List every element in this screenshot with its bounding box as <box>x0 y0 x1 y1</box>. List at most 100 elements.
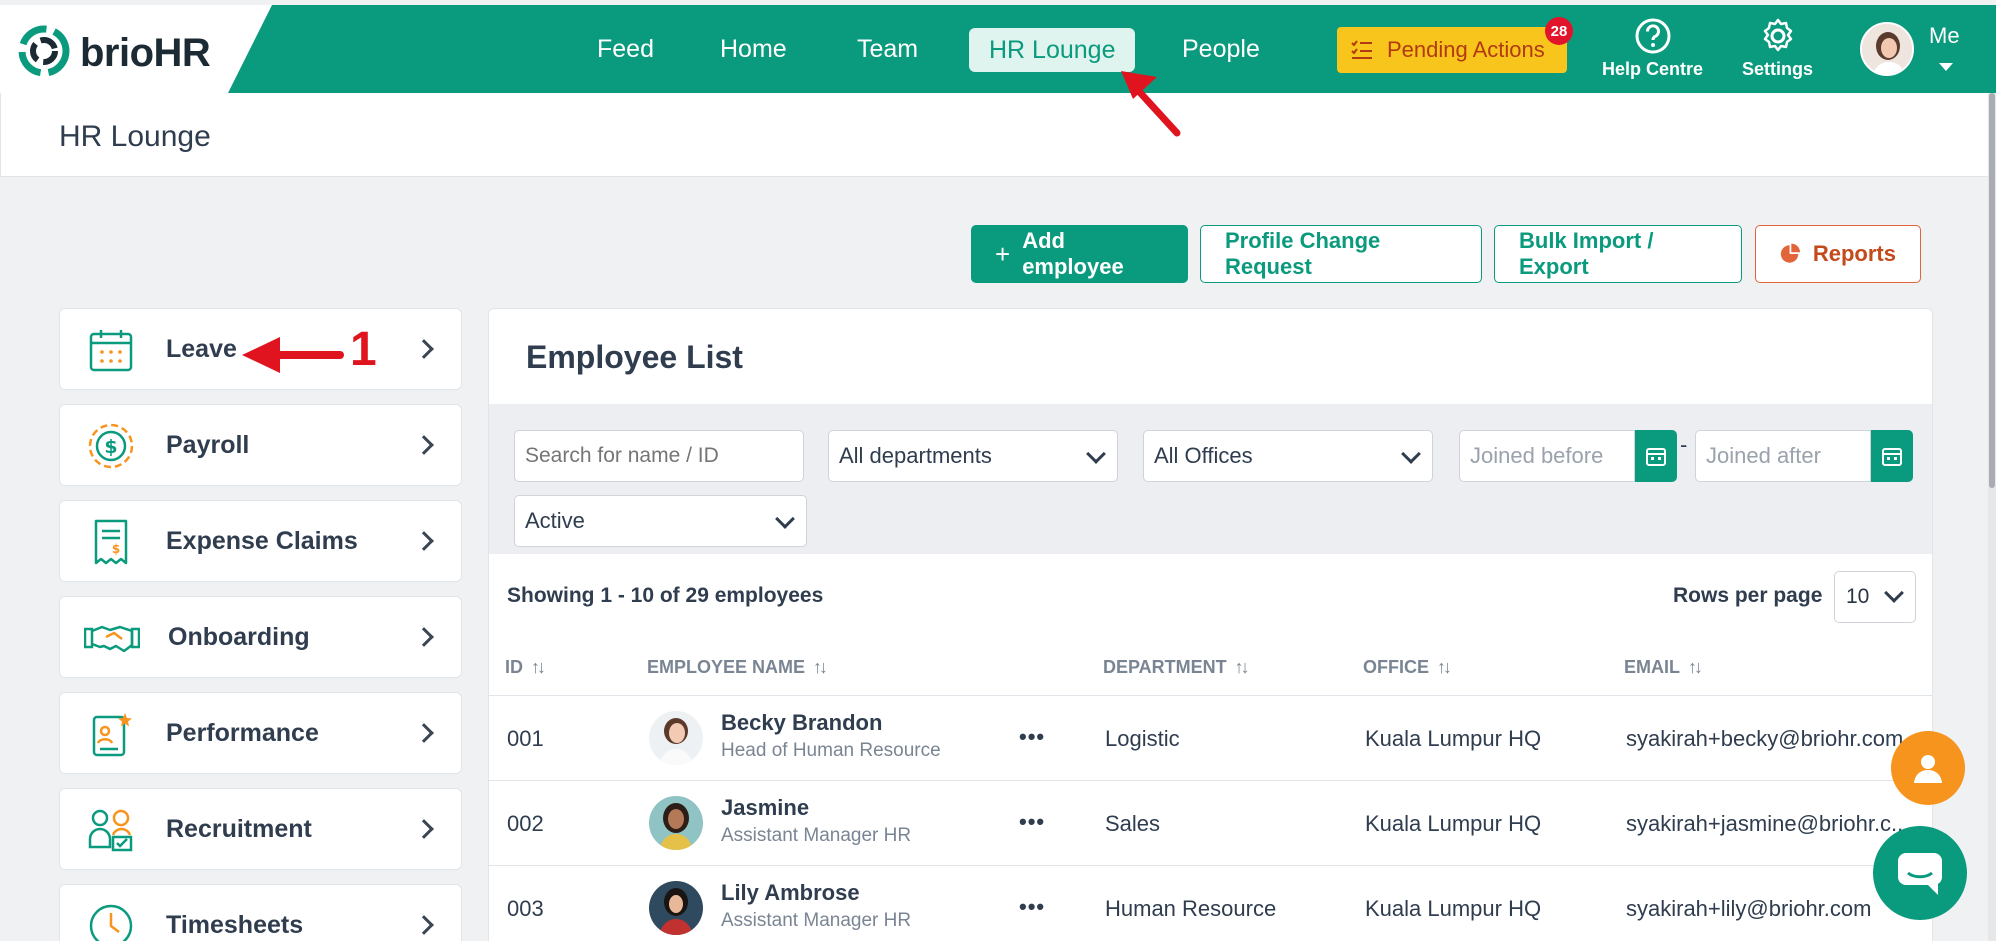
nav-feed[interactable]: Feed <box>577 27 674 71</box>
dollar-coin-icon: $ <box>88 423 134 469</box>
rows-per-page-value: 10 <box>1846 585 1870 608</box>
sidebar-item-payroll[interactable]: $ Payroll <box>59 404 462 486</box>
annotation-arrow-hr-lounge-icon <box>1121 71 1181 137</box>
sidebar-item-performance[interactable]: Performance <box>59 692 462 774</box>
employee-title: Assistant Manager HR <box>721 825 912 846</box>
chevron-down-icon <box>1884 583 1904 603</box>
sidebar-item-label: Leave <box>166 334 237 363</box>
sidebar-item-label: Onboarding <box>168 622 310 651</box>
me-label[interactable]: Me <box>1929 23 1960 49</box>
search-input[interactable] <box>514 430 804 482</box>
employee-email: syakirah+lily@briohr.com <box>1626 896 1872 921</box>
pending-actions-label: Pending Actions <box>1387 37 1545 62</box>
briohr-logo-icon <box>18 25 70 77</box>
joined-after-field[interactable]: Joined after <box>1695 430 1871 482</box>
joined-before-calendar-button[interactable] <box>1635 430 1677 482</box>
employee-list-title: Employee List <box>526 339 743 375</box>
sidebar-item-label: Payroll <box>166 430 250 459</box>
sidebar-item-timesheets[interactable]: Timesheets <box>59 884 462 941</box>
column-header-label: EMAIL <box>1624 657 1680 677</box>
column-header-department[interactable]: DEPARTMENT ↑↓ <box>1103 657 1250 678</box>
column-header-label: DEPARTMENT <box>1103 657 1227 677</box>
employee-name[interactable]: Jasmine <box>721 795 809 821</box>
help-centre-button[interactable]: Help Centre <box>1602 17 1703 80</box>
bulk-import-export-button[interactable]: Bulk Import / Export <box>1494 225 1742 283</box>
rows-per-page-label: Rows per page <box>1673 584 1823 607</box>
chevron-right-icon <box>414 819 434 839</box>
table-row[interactable]: 003 Lily Ambrose Assistant Manager HR ••… <box>489 865 1932 941</box>
user-avatar[interactable] <box>1860 22 1914 76</box>
employee-email: syakirah+jasmine@briohr.c... <box>1626 811 1910 836</box>
chevron-right-icon <box>414 723 434 743</box>
plus-icon: + <box>995 238 1011 269</box>
chevron-right-icon <box>414 339 434 359</box>
rows-per-page-select[interactable]: 10 <box>1834 571 1916 623</box>
sidebar-item-onboarding[interactable]: Onboarding <box>59 596 462 678</box>
question-circle-icon <box>1635 18 1671 54</box>
settings-button[interactable]: Settings <box>1742 17 1813 80</box>
reports-button[interactable]: Reports <box>1755 225 1921 283</box>
sidebar-item-label: Recruitment <box>166 814 312 843</box>
calendar-icon <box>1646 448 1666 466</box>
office-select[interactable]: All Offices <box>1143 430 1433 482</box>
pending-actions-button[interactable]: Pending Actions <box>1337 27 1567 73</box>
page-title: HR Lounge <box>59 120 211 153</box>
column-header-email[interactable]: EMAIL ↑↓ <box>1624 657 1703 678</box>
status-select[interactable]: Active <box>514 495 807 547</box>
joined-after-calendar-button[interactable] <box>1871 430 1913 482</box>
employee-name[interactable]: Lily Ambrose <box>721 880 860 906</box>
status-select-value: Active <box>525 508 585 533</box>
sort-icon: ↑↓ <box>1437 657 1452 677</box>
joined-before-field[interactable]: Joined before <box>1459 430 1635 482</box>
sidebar-item-expense-claims[interactable]: $ Expense Claims <box>59 500 462 582</box>
sidebar-item-label: Expense Claims <box>166 526 358 555</box>
chat-bubble-icon <box>1898 853 1942 895</box>
checklist-icon <box>1351 40 1372 59</box>
user-support-button[interactable] <box>1891 731 1965 805</box>
nav-hr-lounge[interactable]: HR Lounge <box>969 28 1136 72</box>
employee-title: Assistant Manager HR <box>721 910 912 931</box>
page-header: HR Lounge <box>0 93 1990 177</box>
employee-photo-icon <box>649 711 703 765</box>
column-header-employee-name[interactable]: EMPLOYEE NAME ↑↓ <box>647 657 828 678</box>
clock-icon <box>89 904 133 941</box>
column-header-office[interactable]: OFFICE ↑↓ <box>1363 657 1452 678</box>
more-options-icon[interactable]: ••• <box>1019 724 1045 750</box>
chevron-down-icon <box>1401 444 1421 464</box>
nav-team[interactable]: Team <box>837 27 938 71</box>
chat-button[interactable] <box>1873 826 1967 920</box>
chevron-right-icon <box>414 531 434 551</box>
employee-avatar <box>649 796 703 850</box>
brand-name: brioHR <box>80 31 211 76</box>
sidebar-item-label: Performance <box>166 718 319 747</box>
calendar-icon <box>1882 448 1902 466</box>
nav-home[interactable]: Home <box>700 27 807 71</box>
employee-photo-icon <box>649 881 703 935</box>
sort-icon: ↑↓ <box>1688 657 1703 677</box>
employee-department: Sales <box>1105 811 1161 836</box>
employee-office: Kuala Lumpur HQ <box>1365 811 1542 836</box>
page-scrollbar-thumb[interactable] <box>1989 93 1995 488</box>
brand-name-part1: brio <box>80 31 154 75</box>
chevron-right-icon <box>414 435 434 455</box>
sidebar-item-recruitment[interactable]: Recruitment <box>59 788 462 870</box>
employee-name[interactable]: Becky Brandon <box>721 710 882 736</box>
table-row[interactable]: 001 Becky Brandon Head of Human Resource… <box>489 695 1932 780</box>
employee-department: Logistic <box>1105 726 1180 751</box>
logo-area[interactable]: brioHR <box>0 5 272 93</box>
profile-change-request-button[interactable]: Profile Change Request <box>1200 225 1482 283</box>
top-navigation-bar: brioHR Feed Home Team HR Lounge People P… <box>0 5 1996 93</box>
more-options-icon[interactable]: ••• <box>1019 809 1045 835</box>
more-options-icon[interactable]: ••• <box>1019 894 1045 920</box>
table-row[interactable]: 002 Jasmine Assistant Manager HR ••• Sal… <box>489 780 1932 865</box>
sidebar-item-label: Timesheets <box>166 910 304 939</box>
column-header-label: OFFICE <box>1363 657 1429 677</box>
add-employee-button[interactable]: + Add employee <box>971 225 1188 283</box>
help-centre-label: Help Centre <box>1602 59 1704 79</box>
date-range-separator: - <box>1680 432 1688 457</box>
settings-label: Settings <box>1742 59 1814 79</box>
performance-icon <box>92 713 132 757</box>
department-select[interactable]: All departments <box>828 430 1118 482</box>
me-dropdown-caret-icon[interactable] <box>1939 63 1953 71</box>
column-header-id[interactable]: ID ↑↓ <box>505 657 546 678</box>
